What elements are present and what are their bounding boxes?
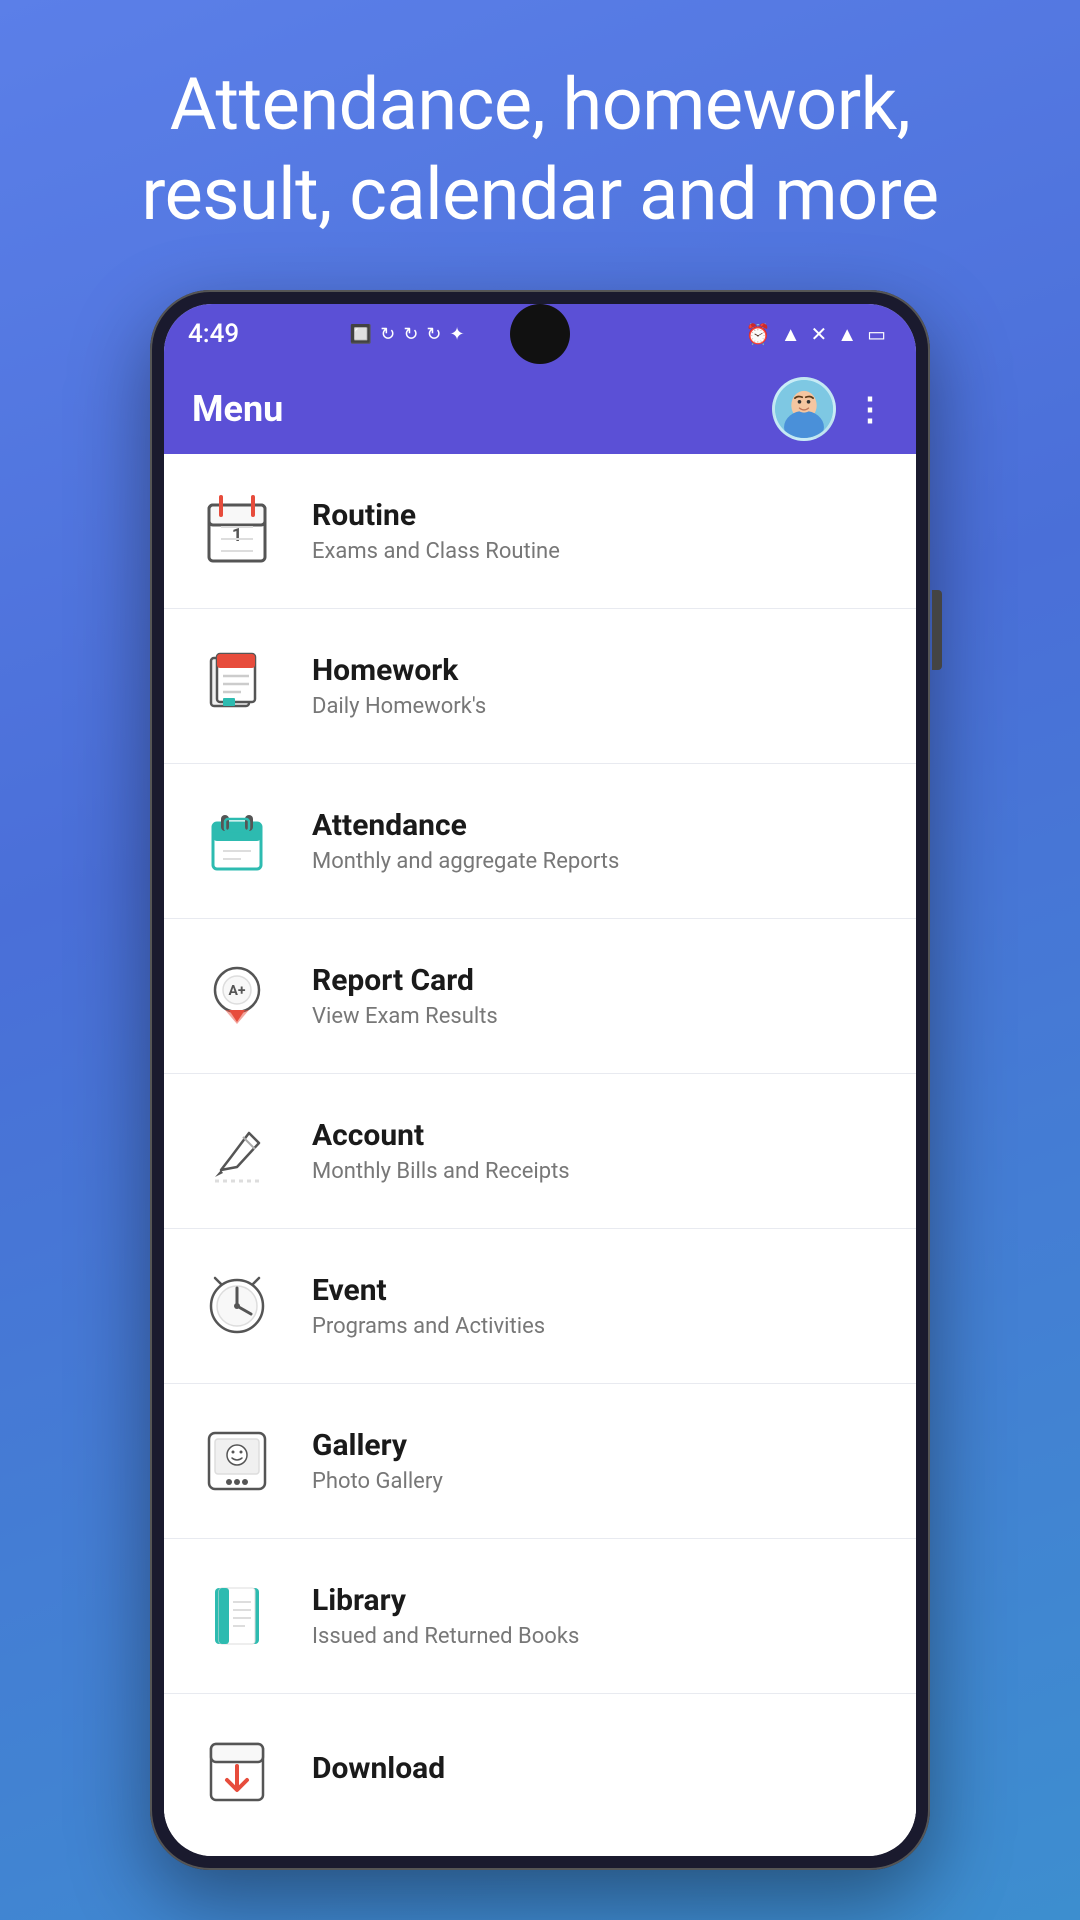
homework-title: Homework	[312, 653, 888, 688]
hero-text: Attendance, homework, result, calendar a…	[0, 0, 1080, 290]
routine-icon: 1	[192, 486, 282, 576]
menu-item-event[interactable]: Event Programs and Activities	[164, 1229, 916, 1384]
download-title: Download	[312, 1751, 888, 1786]
account-subtitle: Monthly Bills and Receipts	[312, 1159, 888, 1184]
sync-icon2: ↻	[403, 324, 418, 345]
sync-icon1: ↻	[380, 324, 395, 345]
routine-subtitle: Exams and Class Routine	[312, 539, 888, 564]
menu-item-routine[interactable]: 1 Routine Exams and Class Routine	[164, 454, 916, 609]
wifi-icon: ▲	[781, 322, 801, 347]
gallery-text: Gallery Photo Gallery	[312, 1428, 888, 1494]
notch	[510, 304, 570, 364]
attendance-text: Attendance Monthly and aggregate Reports	[312, 808, 888, 874]
slack-icon: ✦	[450, 324, 465, 345]
homework-text: Homework Daily Homework's	[312, 653, 888, 719]
report-card-text: Report Card View Exam Results	[312, 963, 888, 1029]
account-text: Account Monthly Bills and Receipts	[312, 1118, 888, 1184]
report-card-icon: A+	[192, 951, 282, 1041]
gallery-title: Gallery	[312, 1428, 888, 1463]
gallery-subtitle: Photo Gallery	[312, 1469, 888, 1494]
menu-item-gallery[interactable]: Gallery Photo Gallery	[164, 1384, 916, 1539]
menu-item-library[interactable]: Library Issued and Returned Books	[164, 1539, 916, 1694]
battery-icon: ▭	[867, 322, 886, 346]
menu-item-report-card[interactable]: A+ Report Card View Exam Results	[164, 919, 916, 1074]
menu-item-download[interactable]: Download	[164, 1694, 916, 1849]
report-card-title: Report Card	[312, 963, 888, 998]
library-title: Library	[312, 1583, 888, 1618]
signal-icon: ▲	[837, 322, 857, 347]
menu-item-homework[interactable]: Homework Daily Homework's	[164, 609, 916, 764]
battery-icon: 🔲	[350, 324, 372, 345]
account-icon	[192, 1106, 282, 1196]
avatar[interactable]	[772, 377, 836, 441]
routine-text: Routine Exams and Class Routine	[312, 498, 888, 564]
attendance-title: Attendance	[312, 808, 888, 843]
homework-subtitle: Daily Homework's	[312, 694, 888, 719]
svg-text:A+: A+	[228, 983, 245, 999]
homework-icon	[192, 641, 282, 731]
phone-shell: 4:49 🔲 ↻ ↻ ↻ ✦ ⏰ ▲ ✕ ▲ ▭ Menu	[150, 290, 930, 1870]
more-options-icon[interactable]: ⋮	[854, 390, 888, 428]
report-card-subtitle: View Exam Results	[312, 1004, 888, 1029]
app-bar: Menu ⋮	[164, 364, 916, 454]
signal-x-icon: ✕	[811, 322, 828, 346]
account-title: Account	[312, 1118, 888, 1153]
menu-item-attendance[interactable]: Attendance Monthly and aggregate Reports	[164, 764, 916, 919]
download-text: Download	[312, 1751, 888, 1792]
app-bar-title: Menu	[192, 388, 772, 430]
sync-icon3: ↻	[426, 324, 441, 345]
phone-screen: 4:49 🔲 ↻ ↻ ↻ ✦ ⏰ ▲ ✕ ▲ ▭ Menu	[164, 304, 916, 1856]
library-icon	[192, 1571, 282, 1661]
status-left-icons: 🔲 ↻ ↻ ↻ ✦	[350, 324, 465, 345]
library-subtitle: Issued and Returned Books	[312, 1624, 888, 1649]
svg-text:1: 1	[232, 525, 242, 546]
gallery-icon	[192, 1416, 282, 1506]
attendance-subtitle: Monthly and aggregate Reports	[312, 849, 888, 874]
download-icon	[192, 1727, 282, 1817]
library-text: Library Issued and Returned Books	[312, 1583, 888, 1649]
menu-list: 1 Routine Exams and Class Routine	[164, 454, 916, 1856]
event-title: Event	[312, 1273, 888, 1308]
alarm-icon: ⏰	[746, 322, 771, 346]
menu-item-account[interactable]: Account Monthly Bills and Receipts	[164, 1074, 916, 1229]
event-icon	[192, 1261, 282, 1351]
event-subtitle: Programs and Activities	[312, 1314, 888, 1339]
event-text: Event Programs and Activities	[312, 1273, 888, 1339]
status-icons: ⏰ ▲ ✕ ▲ ▭	[746, 322, 886, 347]
routine-title: Routine	[312, 498, 888, 533]
status-time: 4:49	[188, 319, 239, 349]
attendance-icon	[192, 796, 282, 886]
